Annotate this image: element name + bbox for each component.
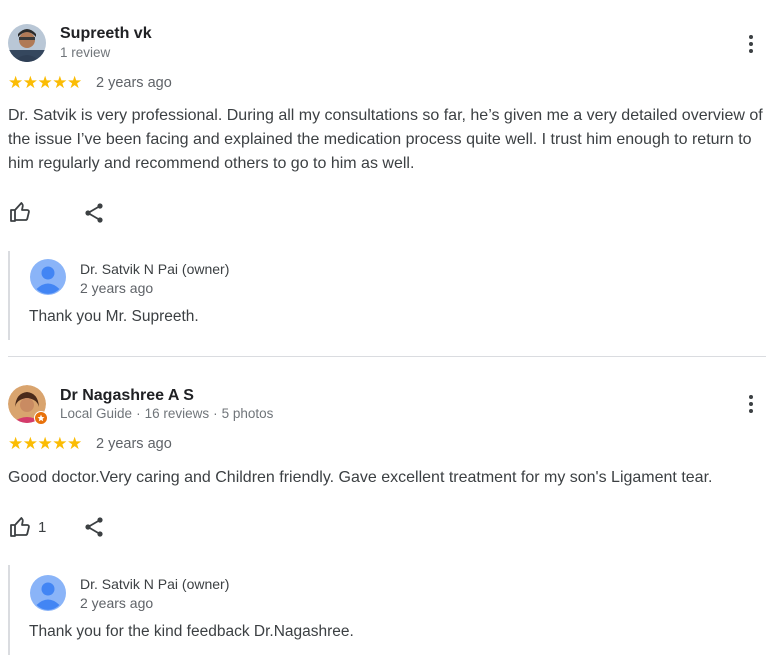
more-vert-icon: [749, 395, 753, 399]
reviewer-avatar[interactable]: [8, 385, 48, 425]
owner-reply-date: 2 years ago: [80, 280, 154, 296]
owner-reply: Dr. Satvik N Pai (owner) 2 years ago Tha…: [8, 565, 748, 655]
reviewer-name[interactable]: Dr Nagashree A S: [60, 387, 194, 405]
star-rating: ★★★★★: [8, 73, 82, 92]
review-date: 2 years ago: [96, 436, 172, 452]
star-rating: ★★★★★: [8, 434, 82, 453]
owner-reply-date: 2 years ago: [80, 595, 154, 611]
review-text: Good doctor.Very caring and Children fri…: [8, 469, 713, 486]
share-button[interactable]: [82, 201, 106, 225]
owner-reply: Dr. Satvik N Pai (owner) 2 years ago Tha…: [8, 251, 748, 340]
reviewer-meta: 1 review: [60, 45, 111, 60]
like-button[interactable]: [8, 200, 38, 224]
reviewer-avatar[interactable]: [8, 24, 46, 62]
share-button[interactable]: [82, 515, 106, 539]
thumbs-up-icon: [10, 202, 30, 222]
share-icon: [85, 203, 103, 223]
owner-avatar: [30, 259, 66, 295]
review-date: 2 years ago: [96, 75, 172, 91]
review-count: 16 reviews: [144, 406, 210, 421]
reviewer-meta: Local Guide · 16 reviews · 5 photos: [60, 406, 274, 421]
like-button[interactable]: 1: [8, 515, 46, 539]
photo-count: 5 photos: [221, 406, 274, 421]
owner-reply-text: Thank you for the kind feedback Dr.Nagas…: [29, 623, 354, 640]
local-guide-badge: [34, 411, 48, 425]
thumbs-up-icon: [10, 517, 30, 537]
reply-indicator-bar: [8, 565, 10, 655]
more-vert-icon: [749, 35, 753, 39]
review-divider: [8, 356, 766, 357]
owner-avatar: [30, 575, 66, 611]
reviewer-name[interactable]: Supreeth vk: [60, 25, 152, 43]
review-text: Dr. Satvik is very professional. During …: [8, 107, 763, 172]
share-icon: [85, 517, 103, 537]
owner-reply-text: Thank you Mr. Supreeth.: [29, 308, 199, 325]
more-options-button[interactable]: [740, 391, 762, 417]
local-guide-label: Local Guide: [60, 406, 133, 421]
reply-indicator-bar: [8, 251, 10, 340]
owner-name: Dr. Satvik N Pai (owner): [80, 576, 230, 592]
owner-name: Dr. Satvik N Pai (owner): [80, 261, 230, 277]
like-count: 1: [38, 518, 47, 536]
more-options-button[interactable]: [740, 31, 762, 57]
